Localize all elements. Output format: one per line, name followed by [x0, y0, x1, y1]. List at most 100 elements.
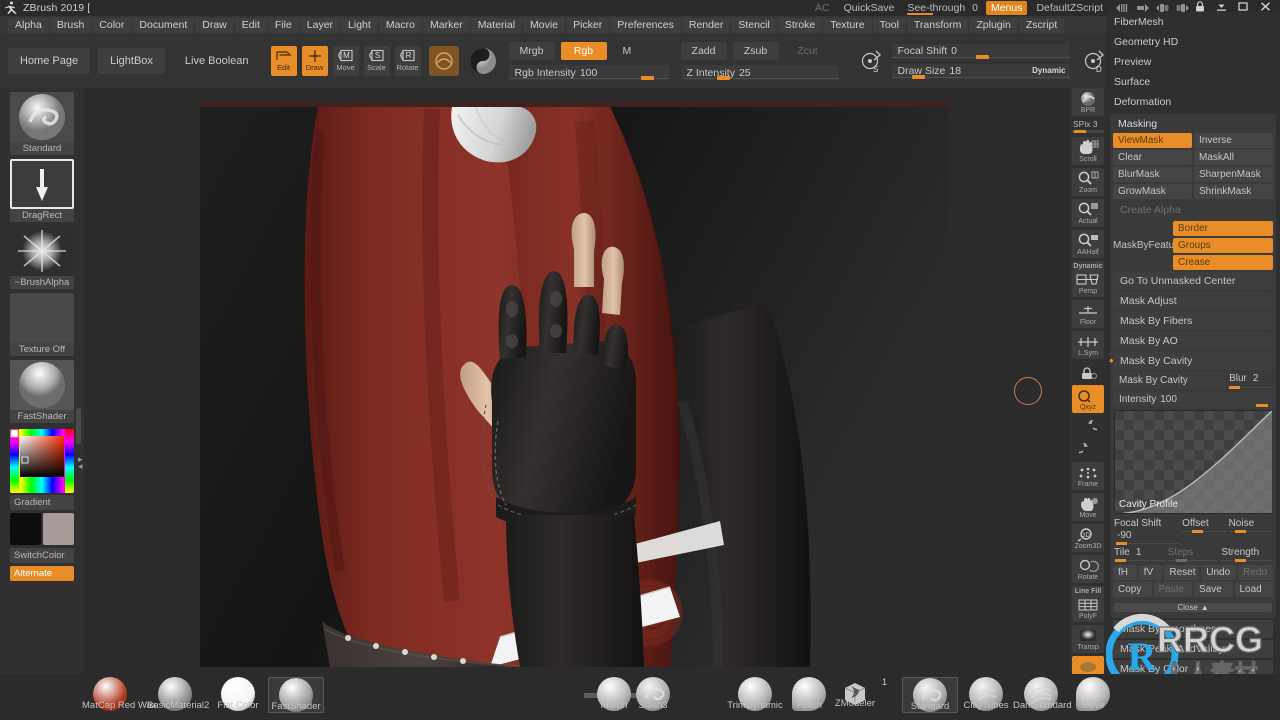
- switch-color-button[interactable]: SwitchColor: [10, 548, 74, 563]
- curve-offset-knob[interactable]: [1192, 530, 1204, 533]
- palette-preview[interactable]: Preview: [1106, 52, 1280, 72]
- stroke-dial-icon[interactable]: S: [859, 48, 885, 74]
- palette-fibermesh[interactable]: FiberMesh: [1106, 12, 1280, 32]
- quicksave-button[interactable]: QuickSave: [837, 0, 902, 16]
- menu-item-stroke[interactable]: Stroke: [777, 17, 823, 33]
- shelf-button-zoom[interactable]: Zoom: [1072, 168, 1104, 196]
- palette-deformation[interactable]: Deformation: [1106, 92, 1280, 112]
- rgb-intensity-slider[interactable]: Rgb Intensity 100: [508, 65, 669, 80]
- menu-item-document[interactable]: Document: [132, 17, 195, 33]
- shelf-button-aahalf[interactable]: AAHalf: [1072, 230, 1104, 258]
- brush-move[interactable]: Move: [1065, 677, 1121, 711]
- spix-slider[interactable]: SPix 3: [1072, 119, 1104, 133]
- document-canvas[interactable]: [200, 101, 948, 667]
- shelf-button-bpr[interactable]: BPR: [1072, 88, 1104, 116]
- material-thumbnail[interactable]: [10, 360, 74, 410]
- brush-thumbnail[interactable]: [10, 92, 74, 142]
- curve-offset[interactable]: Offset: [1182, 517, 1226, 544]
- mrgb-toggle[interactable]: Mrgb: [508, 42, 555, 60]
- shelf-button-zoom3d[interactable]: 3D Zoom3D: [1072, 524, 1104, 552]
- zsub-toggle[interactable]: Zsub: [732, 42, 779, 60]
- shelf-button-lock[interactable]: [1072, 362, 1104, 382]
- mask-by-cavity-section[interactable]: Mask By Cavity: [1109, 352, 1273, 370]
- mask-sharpenmask-button[interactable]: SharpenMask: [1194, 167, 1273, 182]
- rgb-intensity-knob[interactable]: [640, 76, 654, 80]
- draw-size-slider[interactable]: Draw Size 18 Dynamic: [891, 63, 1070, 79]
- current-alpha-slot[interactable]: ~BrushAlpha: [10, 226, 74, 289]
- home-page-button[interactable]: Home Page: [8, 48, 91, 74]
- palette-geometry-hd[interactable]: Geometry HD: [1106, 32, 1280, 52]
- shelf-button-scroll[interactable]: Scroll: [1072, 137, 1104, 165]
- menu-item-macro[interactable]: Macro: [378, 17, 423, 33]
- menu-item-stencil[interactable]: Stencil: [731, 17, 777, 33]
- dynamic-badge[interactable]: Dynamic: [1032, 66, 1065, 75]
- projection-master-button[interactable]: [428, 46, 459, 76]
- current-texture-slot[interactable]: Texture Off: [10, 293, 74, 356]
- menu-item-marker[interactable]: Marker: [423, 17, 470, 33]
- brush-slash3[interactable]: Slash3: [625, 677, 681, 711]
- menu-item-picker[interactable]: Picker: [566, 17, 610, 33]
- menu-item-light[interactable]: Light: [341, 17, 378, 33]
- current-material-slot[interactable]: FastShader: [10, 360, 74, 423]
- mask-intensity-slider[interactable]: Intensity 100: [1113, 392, 1273, 407]
- close-section-bar[interactable]: Close ▲: [1114, 603, 1272, 612]
- curve-load-button[interactable]: Load: [1234, 582, 1273, 597]
- shelf-button-frame[interactable]: Frame: [1072, 462, 1104, 490]
- curve-tile[interactable]: Tile 1: [1114, 546, 1165, 562]
- brush-zmodeler[interactable]: ZModeler 1: [827, 677, 887, 709]
- material-flat-color[interactable]: Flat Color: [210, 677, 266, 711]
- brush-damstandard[interactable]: DamStandard: [1013, 677, 1072, 711]
- curve-redo-button[interactable]: Redo: [1238, 565, 1273, 580]
- mask-intensity-knob[interactable]: [1256, 404, 1268, 407]
- shelf-button-floor[interactable]: Floor: [1072, 300, 1104, 328]
- menu-item-tool[interactable]: Tool: [872, 17, 906, 33]
- curve-save-button[interactable]: Save: [1194, 582, 1233, 597]
- curve-paste-button[interactable]: Paste: [1153, 582, 1192, 597]
- draw-mode-button[interactable]: Draw: [301, 46, 328, 76]
- stroke-thumbnail[interactable]: [10, 159, 74, 209]
- masking-item-mask-by-smoothness[interactable]: Mask By Smoothness: [1113, 620, 1273, 638]
- menu-item-preferences[interactable]: Preferences: [610, 17, 681, 33]
- live-boolean-button[interactable]: Live Boolean: [173, 48, 261, 74]
- focal-shift-knob[interactable]: [975, 54, 989, 59]
- mask-clear-button[interactable]: Clear: [1113, 150, 1192, 165]
- shelf-button-polyf[interactable]: Line Fill PolyF: [1072, 586, 1104, 622]
- shelf-button-rotate-cw[interactable]: [1072, 439, 1104, 459]
- mask-by-cavity-button[interactable]: Mask By Cavity: [1113, 372, 1227, 389]
- alternate-button[interactable]: Alternate: [10, 566, 74, 581]
- left-tray-handle[interactable]: [76, 408, 81, 444]
- current-brush-slot[interactable]: Standard: [10, 92, 74, 155]
- menu-item-brush[interactable]: Brush: [49, 17, 92, 33]
- spix-knob[interactable]: [1074, 130, 1086, 133]
- menu-item-zscript[interactable]: Zscript: [1018, 17, 1065, 33]
- mask-inverse-button[interactable]: Inverse: [1194, 133, 1273, 148]
- create-alpha-button[interactable]: Create Alpha: [1113, 201, 1273, 219]
- material-preview-sphere[interactable]: [469, 47, 497, 75]
- shelf-button-move[interactable]: Move: [1072, 493, 1104, 521]
- curve-noise[interactable]: Noise: [1228, 517, 1272, 544]
- curve-strength-knob[interactable]: [1235, 559, 1247, 562]
- color-picker[interactable]: [10, 429, 74, 493]
- curve-fv-button[interactable]: fV: [1138, 565, 1163, 580]
- move-mode-button[interactable]: M Move: [332, 46, 359, 76]
- blur-slider[interactable]: Blur 2: [1229, 372, 1273, 389]
- edit-mode-button[interactable]: Edit: [270, 46, 297, 76]
- curve-reset-button[interactable]: Reset: [1164, 565, 1200, 580]
- left-tray-arrows-icon[interactable]: ▸ ◂: [78, 455, 83, 471]
- canvas-area[interactable]: [84, 88, 1170, 690]
- mask-maskall-button[interactable]: MaskAll: [1194, 150, 1273, 165]
- shelf-button-ghost[interactable]: [1072, 656, 1104, 676]
- curve-copy-button[interactable]: Copy: [1113, 582, 1152, 597]
- dynamic-dial-icon[interactable]: D: [1082, 48, 1108, 74]
- menu-item-alpha[interactable]: Alpha: [8, 17, 49, 33]
- mask-groups-toggle[interactable]: Groups: [1173, 238, 1273, 253]
- curve-steps-knob[interactable]: [1175, 559, 1187, 562]
- m-toggle[interactable]: M: [613, 42, 642, 60]
- zcut-toggle[interactable]: Zcut: [785, 42, 831, 60]
- menu-item-render[interactable]: Render: [681, 17, 731, 33]
- shelf-button-transp[interactable]: Transp: [1072, 625, 1104, 653]
- material-matcap-red-wax[interactable]: MatCap Red Wax: [82, 677, 157, 711]
- menu-item-material[interactable]: Material: [470, 17, 523, 33]
- mask-shrinkmask-button[interactable]: ShrinkMask: [1194, 184, 1273, 199]
- mask-adjust-item[interactable]: Mask Adjust: [1113, 292, 1273, 310]
